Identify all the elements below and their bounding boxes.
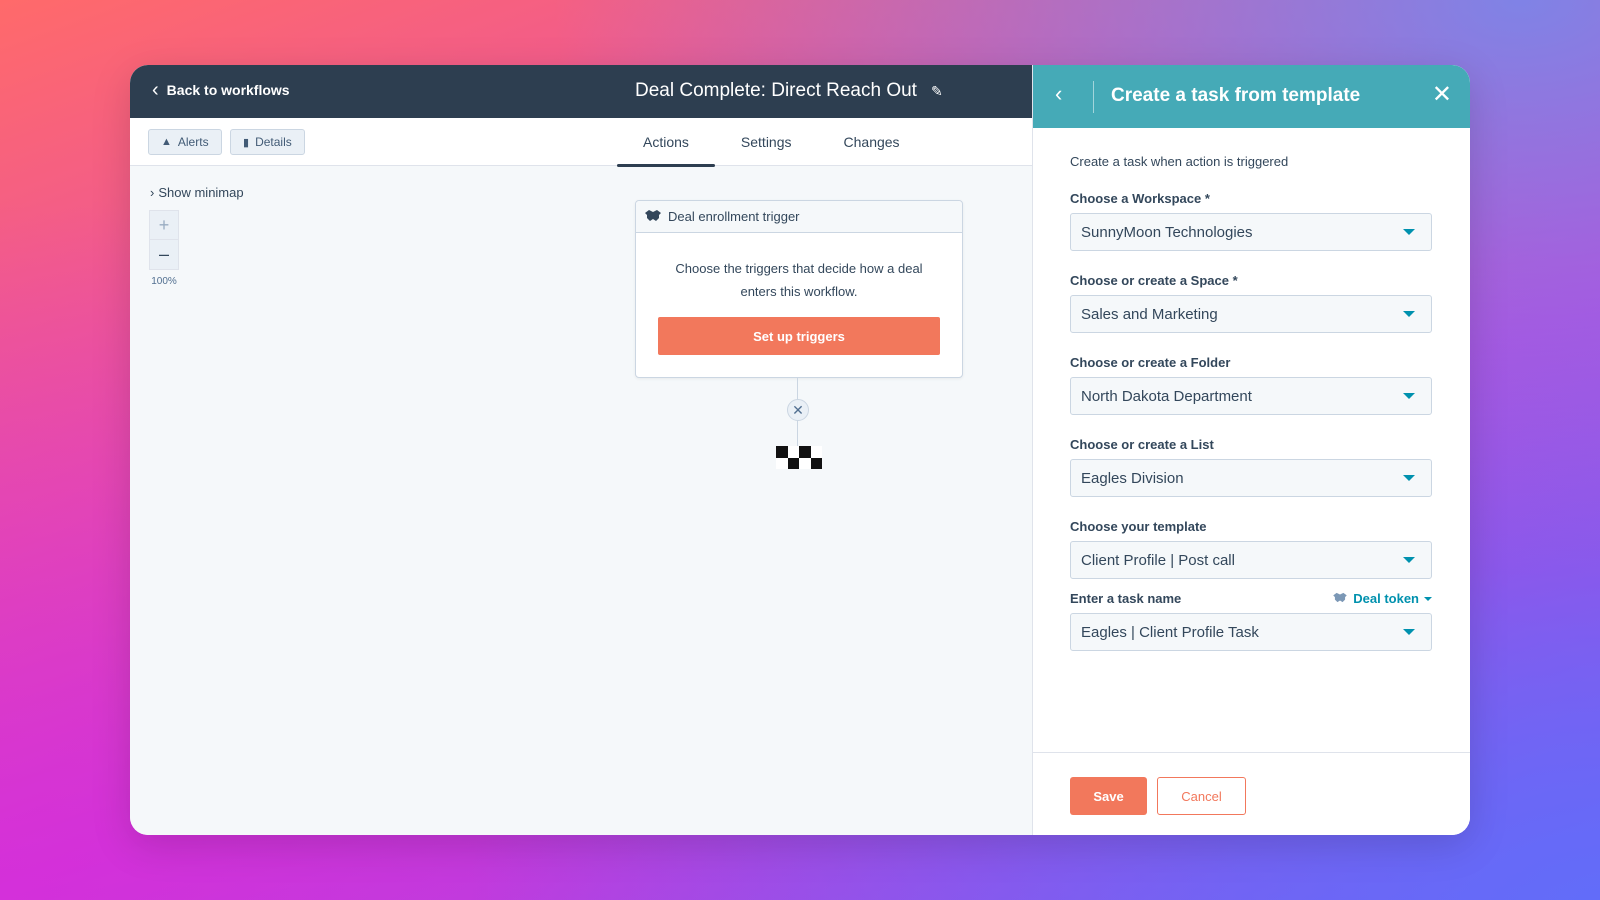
details-label: Details xyxy=(255,135,292,149)
folder-value: North Dakota Department xyxy=(1081,387,1252,405)
space-field: Choose or create a Space * Sales and Mar… xyxy=(1070,273,1432,333)
task-name-field: Enter a task name Deal token Eagles | Cl… xyxy=(1070,591,1432,651)
task-panel-footer: Save Cancel xyxy=(1033,752,1470,835)
chevron-left-icon: ‹ xyxy=(152,79,159,101)
warning-icon: ▲ xyxy=(161,136,172,148)
zoom-controls: + – 100% xyxy=(149,210,179,287)
folder-field: Choose or create a Folder North Dakota D… xyxy=(1070,355,1432,415)
tab-settings[interactable]: Settings xyxy=(715,118,818,166)
task-panel: ‹ Create a task from template ✕ Create a… xyxy=(1032,65,1470,835)
zoom-out-button[interactable]: – xyxy=(149,240,179,270)
space-value: Sales and Marketing xyxy=(1081,305,1218,323)
folder-select[interactable]: North Dakota Department xyxy=(1070,377,1432,415)
save-button[interactable]: Save xyxy=(1070,777,1147,815)
back-to-workflows-link[interactable]: ‹ Back to workflows xyxy=(152,79,290,101)
deal-token-dropdown[interactable]: Deal token xyxy=(1332,591,1432,606)
space-label: Choose or create a Space * xyxy=(1070,273,1238,288)
handshake-icon xyxy=(644,209,662,225)
bar-chart-icon: ▮ xyxy=(243,136,250,149)
cancel-button[interactable]: Cancel xyxy=(1157,777,1246,815)
finish-flag-icon xyxy=(776,446,822,469)
space-select[interactable]: Sales and Marketing xyxy=(1070,295,1432,333)
template-field: Choose your template Client Profile | Po… xyxy=(1070,519,1432,579)
task-name-label: Enter a task name xyxy=(1070,591,1182,606)
trigger-card-description: Choose the triggers that decide how a de… xyxy=(675,261,923,299)
task-panel-header: ‹ Create a task from template ✕ xyxy=(1033,65,1470,128)
folder-label: Choose or create a Folder xyxy=(1070,355,1231,370)
template-value: Client Profile | Post call xyxy=(1081,551,1235,569)
close-icon[interactable]: ✕ xyxy=(1432,80,1452,109)
caret-down-icon xyxy=(1403,475,1415,481)
workflow-editor: ‹ Back to workflows Deal Complete: Direc… xyxy=(130,65,1032,835)
list-value: Eagles Division xyxy=(1081,469,1184,487)
caret-down-icon xyxy=(1403,229,1415,235)
caret-down-icon xyxy=(1424,596,1432,601)
workflow-subheader: ▲ Alerts ▮ Details Actions Settings Chan… xyxy=(130,118,1032,167)
list-select[interactable]: Eagles Division xyxy=(1070,459,1432,497)
template-label: Choose your template xyxy=(1070,519,1207,534)
task-name-select[interactable]: Eagles | Client Profile Task xyxy=(1070,613,1432,651)
task-name-value: Eagles | Client Profile Task xyxy=(1081,623,1259,641)
workflow-tabs: Actions Settings Changes xyxy=(617,118,926,167)
list-field: Choose or create a List Eagles Division xyxy=(1070,437,1432,497)
chevron-right-icon: › xyxy=(150,185,155,200)
workspace-select[interactable]: SunnyMoon Technologies xyxy=(1070,213,1432,251)
close-icon[interactable]: ✕ xyxy=(787,399,809,421)
list-label: Choose or create a List xyxy=(1070,437,1214,452)
alerts-button[interactable]: ▲ Alerts xyxy=(148,129,222,155)
workflow-title-text: Deal Complete: Direct Reach Out xyxy=(635,80,917,101)
zoom-level: 100% xyxy=(151,276,177,287)
alerts-label: Alerts xyxy=(177,135,209,149)
trigger-card-title: Deal enrollment trigger xyxy=(668,209,800,224)
workspace-field: Choose a Workspace * SunnyMoon Technolog… xyxy=(1070,191,1432,251)
chevron-left-icon[interactable]: ‹ xyxy=(1055,81,1062,107)
app-window: ‹ Back to workflows Deal Complete: Direc… xyxy=(130,65,1470,835)
panel-intro: Create a task when action is triggered xyxy=(1070,154,1289,169)
trigger-card: Deal enrollment trigger Choose the trigg… xyxy=(635,200,963,378)
caret-down-icon xyxy=(1403,629,1415,635)
task-panel-body: Create a task when action is triggered C… xyxy=(1070,128,1432,651)
caret-down-icon xyxy=(1403,311,1415,317)
set-up-triggers-button[interactable]: Set up triggers xyxy=(658,317,940,355)
caret-down-icon xyxy=(1403,557,1415,563)
details-button[interactable]: ▮ Details xyxy=(230,129,305,155)
header-divider xyxy=(1093,81,1094,113)
minimap-label: Show minimap xyxy=(158,185,244,200)
workspace-value: SunnyMoon Technologies xyxy=(1081,223,1253,241)
handshake-icon xyxy=(1332,591,1348,606)
workflow-header: ‹ Back to workflows Deal Complete: Direc… xyxy=(130,65,1032,118)
show-minimap-link[interactable]: › Show minimap xyxy=(150,185,244,200)
workspace-label: Choose a Workspace * xyxy=(1070,191,1210,206)
pencil-icon[interactable]: ✎ xyxy=(931,83,943,100)
deal-token-label: Deal token xyxy=(1353,591,1419,606)
trigger-card-header: Deal enrollment trigger xyxy=(636,201,962,233)
task-name-label-row: Enter a task name Deal token xyxy=(1070,591,1432,606)
caret-down-icon xyxy=(1403,393,1415,399)
workflow-title: Deal Complete: Direct Reach Out ✎ xyxy=(635,80,943,102)
zoom-in-button[interactable]: + xyxy=(149,210,179,240)
tab-changes[interactable]: Changes xyxy=(818,118,926,166)
tab-actions[interactable]: Actions xyxy=(617,118,715,167)
panel-title: Create a task from template xyxy=(1111,85,1361,106)
template-select[interactable]: Client Profile | Post call xyxy=(1070,541,1432,579)
back-link-label: Back to workflows xyxy=(166,82,290,98)
